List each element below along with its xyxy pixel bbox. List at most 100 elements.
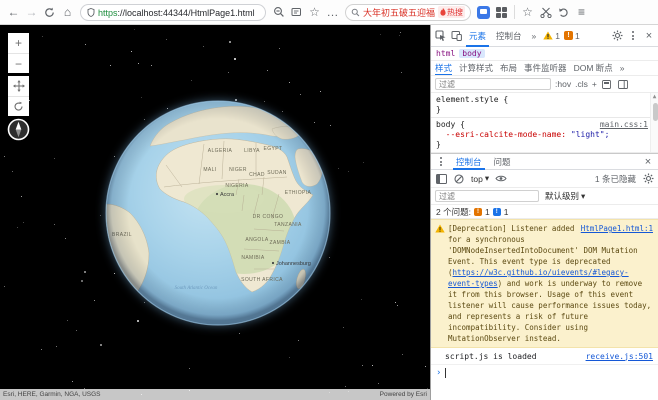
hidden-messages-note[interactable]: 1 条已隐藏 [595,173,636,185]
styles-filter-row: :hov .cls + [431,76,658,93]
device-toolbar-icon[interactable] [450,30,462,42]
warning-source-link[interactable]: HtmlPage1.html:1 [581,223,653,234]
toolbar-divider [514,5,515,19]
pseudo-state-toggle[interactable]: :hov [555,79,571,89]
attribution-bar: Esri, HERE, Garmin, NGA, USGS Powered by… [0,389,430,400]
styles-pane: element.style { } main.css:1body { --esr… [431,93,658,153]
zoom-in-button[interactable]: + [8,33,29,53]
class-toggle[interactable]: .cls [575,79,588,89]
hot-search-badge[interactable]: 热搜 [438,6,465,18]
reload-icon[interactable] [41,4,58,21]
styles-sidebar-tabs: 样式计算样式布局事件监听器 DOM 断点 » [431,61,658,76]
breaking-issue-badge: ! [474,208,482,216]
page-zoom-out-icon[interactable] [270,4,287,21]
sidebar-tab-5[interactable]: » [620,61,625,76]
sidebar-tab-2[interactable]: 布局 [500,61,517,76]
hot-search-text: 大年初五破五迎福 [363,6,435,19]
text-caret [445,368,446,378]
console-drawer-header: 控制台 问题 × [431,153,658,170]
devtools-topbar: 元素 控制台 » 1 ! 1 × [431,25,658,47]
css-property-value[interactable]: "light"; [571,130,610,139]
console-log-message: script.js is loaded receive.js:501 [431,348,658,365]
styles-scrollbar[interactable]: ▲ [650,93,658,152]
breadcrumb-html[interactable]: html [436,49,455,58]
sidebar-tab-0[interactable]: 样式 [435,61,452,76]
issues-summary-row[interactable]: 2 个问题: ! 1 ! 1 [431,205,658,219]
console-warning-message: HtmlPage1.html:1[Deprecation] Listener a… [431,219,658,348]
zoom-widget: + − [8,33,29,73]
computed-sidebar-icon[interactable] [617,78,629,90]
hot-search-box[interactable]: 大年初五破五迎福 热搜 [345,4,471,21]
console-prompt[interactable]: › [431,365,658,381]
info-issue-badge: ! [493,208,501,216]
flame-icon [440,8,446,16]
more-options-icon[interactable]: … [324,4,341,21]
sidebar-tab-4[interactable]: DOM 断点 [574,61,613,76]
screenshot-scissors-icon[interactable] [537,4,554,21]
address-bar[interactable]: https://localhost:44344/HtmlPage1.html [80,4,266,21]
tab-elements[interactable]: 元素 [466,25,489,47]
devtools-menu-icon[interactable] [627,30,639,42]
console-filter-row: 默认级别▾ [431,188,658,205]
element-state-icon[interactable] [601,78,613,90]
tab-more-chevron[interactable]: » [529,25,540,47]
css-property-name[interactable]: --esri-calcite-mode-name: [446,130,566,139]
browser-window: ← → ⌂ https://localhost:44344/HtmlPage1.… [0,0,658,400]
pan-icon [13,80,25,92]
log-levels-dropdown[interactable]: 默认级别▾ [545,190,585,202]
menu-icon[interactable]: ≡ [573,4,590,21]
sidebar-tab-1[interactable]: 计算样式 [459,61,493,76]
new-rule-button[interactable]: + [592,79,597,89]
security-shield-icon [87,8,95,17]
breadcrumb-body[interactable]: body [459,49,484,58]
styles-filter-input[interactable] [435,78,551,90]
clear-console-icon[interactable] [453,173,465,185]
prompt-chevron: › [436,368,441,378]
back-button[interactable]: ← [5,4,22,21]
close-devtools-icon[interactable]: × [643,30,655,42]
log-source-link[interactable]: receive.js:501 [586,352,653,361]
element-style-rule[interactable]: element.style { } [431,93,658,117]
translate-icon[interactable] [288,4,305,21]
console-filter-input[interactable] [435,190,539,202]
attribution-text: Esri, HERE, Garmin, NGA, USGS [3,391,101,398]
home-button[interactable]: ⌂ [59,4,76,21]
extension-icon[interactable] [477,6,490,19]
map-viewport[interactable]: ALGERIALIBYAEGYPTMALINIGERCHADSUDANNIGER… [0,25,430,400]
console-toolbar: top▾ 1 条已隐藏 [431,170,658,188]
body-style-rule[interactable]: main.css:1body { --esri-calcite-mode-nam… [431,117,658,152]
stylesheet-link[interactable]: main.css:1 [600,120,648,130]
forward-button[interactable]: → [23,4,40,21]
drawer-tab-issues[interactable]: 问题 [491,153,514,170]
pan-mode-button[interactable] [8,76,29,96]
navigation-toggle-widget [8,76,29,116]
drawer-tab-console[interactable]: 控制台 [453,153,485,170]
browser-toolbar: ← → ⌂ https://localhost:44344/HtmlPage1.… [0,0,658,25]
close-drawer-icon[interactable]: × [642,156,654,168]
console-settings-gear-icon[interactable] [642,173,654,185]
globe[interactable]: ALGERIALIBYAEGYPTMALINIGERCHADSUDANNIGER… [104,99,332,327]
console-sidebar-icon[interactable] [435,173,447,185]
compass-button[interactable] [7,118,30,141]
settings-gear-icon[interactable] [611,30,623,42]
inspect-element-icon[interactable] [434,30,446,42]
tab-console[interactable]: 控制台 [493,25,525,47]
rotate-mode-button[interactable] [8,96,29,116]
live-expression-eye-icon[interactable] [495,173,507,185]
warning-triangle-icon [435,224,445,233]
apps-grid-icon[interactable] [496,7,507,18]
favorites-pin-icon[interactable]: ☆ [519,4,536,21]
issue-icon: ! [564,31,573,40]
powered-by-text[interactable]: Powered by Esri [380,391,427,398]
issues-counter[interactable]: ! 1 [564,31,580,41]
url-scheme: https://localhost:44344/HtmlPage1.html [98,3,255,21]
bookmark-star-icon[interactable]: ☆ [306,4,323,21]
sidebar-tab-3[interactable]: 事件监听器 [524,61,567,76]
undo-icon[interactable] [555,4,572,21]
drawer-menu-icon[interactable] [435,156,447,168]
element-breadcrumb: html body [431,47,658,61]
warnings-counter[interactable]: 1 [543,31,560,41]
warning-text: HtmlPage1.html:1[Deprecation] Listener a… [448,223,653,344]
zoom-out-button[interactable]: − [8,53,29,73]
context-selector[interactable]: top▾ [471,173,489,184]
